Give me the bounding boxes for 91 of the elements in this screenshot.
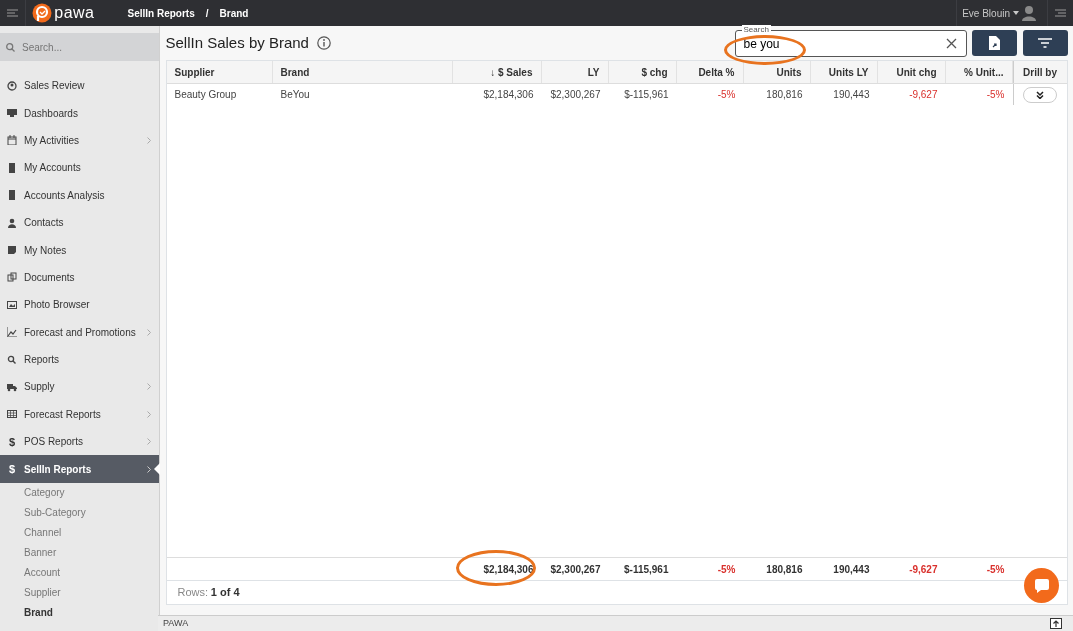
chat-bubble-icon <box>1033 577 1050 594</box>
total-cell-text: 190,443 <box>832 562 871 577</box>
total-cell-text: $-115,961 <box>623 562 670 577</box>
grid-icon <box>7 409 17 420</box>
sidebar-item[interactable]: $ SellIn Reports <box>0 455 159 483</box>
search-icon <box>5 42 15 52</box>
total-cell-text: -9,627 <box>908 562 939 577</box>
sidebar-search-field[interactable]: Search... <box>0 33 159 61</box>
user-icon <box>1021 5 1036 21</box>
picture-icon <box>7 299 17 310</box>
filter-icon <box>1038 38 1052 48</box>
table-cell-text: $2,184,306 <box>482 88 535 102</box>
submenu-item[interactable]: Banner <box>0 542 159 563</box>
phone-icon <box>7 162 17 173</box>
sidebar-item[interactable]: Dashboards <box>0 99 159 127</box>
column-header[interactable]: Units LY <box>810 61 878 83</box>
sidebar-item[interactable]: Photo Browser <box>0 291 159 319</box>
person-icon <box>7 217 17 228</box>
column-header[interactable]: ↓ $ Sales <box>452 61 542 83</box>
breadcrumb-separator: / <box>205 6 209 21</box>
phone-icon <box>7 190 17 201</box>
sidebar-item[interactable]: Reports <box>0 345 159 374</box>
rows-label: Rows: <box>177 585 209 601</box>
table-cell-text: -5% <box>716 88 737 102</box>
dollar-icon: $ <box>6 433 18 450</box>
total-cell-text: $2,300,267 <box>549 562 602 577</box>
sidebar-item[interactable]: My Activities <box>0 126 159 155</box>
table-cell-text: 180,816 <box>765 88 804 102</box>
field-label: Search <box>741 24 771 34</box>
breadcrumb-link[interactable]: SellIn Reports <box>127 5 195 21</box>
sidebar-item[interactable]: Supply <box>0 373 159 401</box>
caret-icon <box>1012 11 1019 15</box>
submenu-item[interactable]: Supplier <box>0 582 159 603</box>
file-icon <box>989 36 1000 50</box>
sidebar-item[interactable]: Documents <box>0 263 159 292</box>
column-header[interactable]: $ chg <box>608 61 677 83</box>
close-icon[interactable] <box>945 37 957 49</box>
sidebar-item[interactable]: Forecast and Promotions <box>0 318 159 346</box>
footer-text: PAWA <box>163 616 189 630</box>
column-header[interactable]: % Unit... <box>945 61 1013 83</box>
table-cell-text: $2,300,267 <box>549 88 602 102</box>
table-cell-text: 190,443 <box>832 88 871 102</box>
table-cell-text: -9,627 <box>908 88 939 102</box>
table-cell-text: BeYou <box>279 88 311 102</box>
documents-icon <box>7 272 17 283</box>
filter-button[interactable] <box>1022 30 1068 56</box>
search-icon <box>7 354 17 365</box>
column-header[interactable]: Brand <box>272 61 453 83</box>
sidebar-item[interactable]: Sales Review <box>0 72 159 100</box>
monitor-icon <box>7 108 17 119</box>
submenu-item[interactable]: Brand <box>0 602 159 623</box>
column-header[interactable]: LY <box>541 61 609 83</box>
export-button[interactable] <box>972 30 1017 56</box>
total-cell: $2,184,306 <box>452 558 542 580</box>
sidebar-item[interactable]: My Notes <box>0 236 159 264</box>
truck-icon <box>7 382 17 392</box>
column-header[interactable]: Units <box>743 61 811 83</box>
rows-count: 1 of 4 <box>210 585 240 601</box>
submenu-item[interactable]: Channel <box>0 522 159 543</box>
calendar-icon <box>7 135 17 146</box>
sidebar-item[interactable]: Accounts Analysis <box>0 181 159 209</box>
table-cell-text: -5% <box>985 88 1006 102</box>
sidebar-item[interactable]: Contacts <box>0 208 159 237</box>
total-cell-text: -5% <box>985 562 1006 577</box>
column-header[interactable]: Drill by <box>1012 61 1067 83</box>
submenu-item[interactable]: Sub-Category <box>0 502 159 523</box>
dollar-icon: $ <box>6 460 18 478</box>
search-input[interactable]: Search... <box>20 38 130 56</box>
submenu-item[interactable]: Account <box>0 562 159 583</box>
note-icon <box>7 245 17 256</box>
page-title: SellIn Sales by Brand <box>165 32 309 53</box>
drill-down-button[interactable] <box>1023 86 1057 103</box>
logo-icon <box>31 3 52 23</box>
table-cell-text: $-115,961 <box>623 88 670 102</box>
table-cell-text: Beauty Group <box>173 88 238 102</box>
sidebar-item[interactable]: My Accounts <box>0 154 159 182</box>
sidebar-item[interactable]: Forecast Reports <box>0 400 159 429</box>
column-header[interactable]: Supplier <box>166 61 273 83</box>
total-cell-text: -5% <box>716 562 737 577</box>
breadcrumb-link[interactable]: Brand <box>219 5 249 21</box>
total-cell-text: 180,816 <box>765 562 804 577</box>
sidebar-item[interactable]: $ POS Reports <box>0 428 159 456</box>
user-circle-icon <box>7 80 17 91</box>
scroll-top-icon[interactable] <box>1050 618 1062 629</box>
brand-name: pawa <box>54 3 95 23</box>
submenu-item[interactable]: Category <box>0 482 159 503</box>
column-header[interactable]: Delta % <box>676 61 744 83</box>
column-header[interactable]: Unit chg <box>877 61 946 83</box>
double-chevron-down-icon <box>1036 90 1044 99</box>
info-icon[interactable] <box>316 36 331 50</box>
line-chart-icon <box>7 327 17 338</box>
